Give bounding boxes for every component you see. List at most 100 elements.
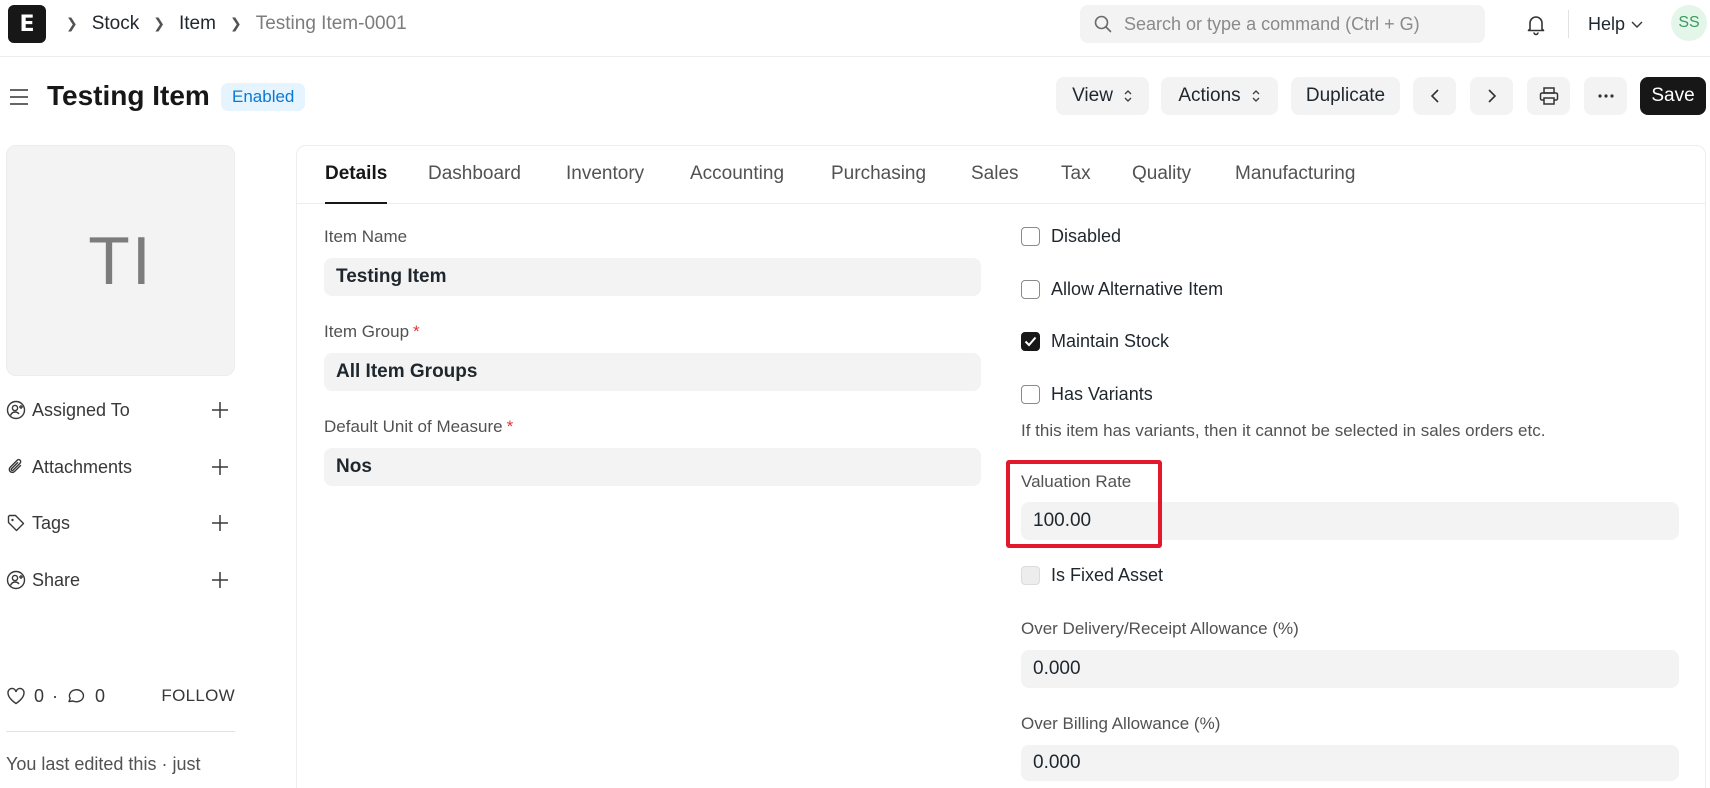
over-delivery-field[interactable]: 0.000 bbox=[1021, 650, 1679, 688]
uom-label-text: Default Unit of Measure bbox=[324, 417, 503, 436]
chevron-right-icon: ❯ bbox=[153, 16, 165, 32]
sidebar-item-share[interactable]: Share bbox=[6, 565, 231, 595]
up-down-chevron-icon bbox=[1252, 90, 1260, 102]
save-button[interactable]: Save bbox=[1640, 77, 1706, 115]
maintain-stock-row[interactable]: Maintain Stock bbox=[1021, 331, 1169, 352]
user-plus-icon bbox=[6, 400, 26, 420]
follow-button[interactable]: FOLLOW bbox=[161, 686, 235, 706]
view-button[interactable]: View bbox=[1056, 77, 1149, 115]
tab-dashboard[interactable]: Dashboard bbox=[428, 163, 521, 204]
sidebar-divider bbox=[6, 731, 235, 732]
sidebar-item-label: Assigned To bbox=[32, 399, 130, 420]
search-input[interactable] bbox=[1124, 13, 1464, 35]
tab-accounting[interactable]: Accounting bbox=[690, 163, 784, 204]
item-group-field[interactable]: All Item Groups bbox=[324, 353, 981, 391]
sidebar-item-assigned-to[interactable]: Assigned To bbox=[6, 395, 231, 425]
social-stats: 0 · 0 FOLLOW bbox=[6, 682, 235, 710]
required-asterisk: * bbox=[506, 417, 514, 436]
paperclip-icon bbox=[8, 458, 22, 474]
sidebar-item-label: Share bbox=[32, 569, 81, 590]
disabled-label: Disabled bbox=[1051, 226, 1122, 246]
allow-alternative-item-checkbox[interactable] bbox=[1021, 280, 1040, 299]
valuation-rate-label: Valuation Rate bbox=[1021, 472, 1132, 491]
search-bar[interactable] bbox=[1080, 5, 1485, 43]
tab-sales[interactable]: Sales bbox=[971, 163, 1019, 204]
has-variants-row[interactable]: Has Variants bbox=[1021, 384, 1153, 405]
up-down-chevron-icon bbox=[1124, 90, 1132, 102]
tab-quality[interactable]: Quality bbox=[1132, 163, 1191, 204]
is-fixed-asset-row: Is Fixed Asset bbox=[1021, 565, 1163, 586]
valuation-rate-field[interactable]: 100.00 bbox=[1021, 502, 1679, 540]
sidebar-item-tags[interactable]: Tags bbox=[6, 508, 231, 538]
page-title: Testing Item bbox=[47, 80, 210, 111]
tab-purchasing[interactable]: Purchasing bbox=[831, 163, 926, 204]
is-fixed-asset-checkbox bbox=[1021, 566, 1040, 585]
top-navbar: E ❯ Stock ❯ Item ❯ Testing Item-0001 Hel… bbox=[0, 0, 1710, 57]
is-fixed-asset-label: Is Fixed Asset bbox=[1051, 565, 1164, 585]
item-image-placeholder[interactable]: TI bbox=[6, 145, 235, 376]
chevron-right-icon bbox=[1487, 89, 1496, 103]
maintain-stock-checkbox[interactable] bbox=[1021, 332, 1040, 351]
tab-inventory[interactable]: Inventory bbox=[566, 163, 644, 204]
app-logo[interactable]: E bbox=[8, 5, 46, 43]
chevron-right-icon: ❯ bbox=[229, 16, 242, 32]
chevron-right-icon: ❯ bbox=[66, 16, 78, 32]
sidebar-item-label: Attachments bbox=[32, 456, 133, 477]
plus-icon[interactable] bbox=[209, 399, 231, 421]
required-asterisk: * bbox=[413, 322, 420, 341]
over-billing-label: Over Billing Allowance (%) bbox=[1021, 714, 1221, 733]
next-button[interactable] bbox=[1470, 77, 1513, 115]
user-avatar[interactable]: SS bbox=[1671, 5, 1707, 41]
maintain-stock-label: Maintain Stock bbox=[1051, 331, 1170, 351]
breadcrumb-item[interactable]: Item bbox=[179, 13, 216, 35]
form-tabs: Details Dashboard Inventory Accounting P… bbox=[297, 146, 1705, 204]
actions-button[interactable]: Actions bbox=[1161, 77, 1278, 115]
chevron-left-icon bbox=[1430, 89, 1439, 103]
over-billing-field[interactable]: 0.000 bbox=[1021, 745, 1679, 781]
heart-icon[interactable] bbox=[6, 687, 26, 705]
tag-icon bbox=[7, 514, 25, 532]
allow-alternative-item-row[interactable]: Allow Alternative Item bbox=[1021, 279, 1223, 300]
like-count: 0 bbox=[34, 685, 45, 706]
uom-label: Default Unit of Measure * bbox=[324, 417, 513, 437]
tab-details[interactable]: Details bbox=[325, 163, 388, 204]
sidebar-item-attachments[interactable]: Attachments bbox=[6, 452, 231, 482]
stats-separator: · bbox=[52, 685, 59, 706]
chevron-down-icon bbox=[1631, 21, 1643, 28]
has-variants-label: Has Variants bbox=[1051, 384, 1153, 404]
comment-count: 0 bbox=[95, 685, 106, 706]
comment-icon[interactable] bbox=[66, 687, 87, 705]
allow-alternative-item-label: Allow Alternative Item bbox=[1051, 279, 1224, 299]
view-button-label: View bbox=[1072, 85, 1113, 106]
item-name-field[interactable]: Testing Item bbox=[324, 258, 981, 296]
has-variants-help-text: If this item has variants, then it canno… bbox=[1021, 421, 1546, 440]
share-user-icon bbox=[6, 570, 26, 590]
tab-manufacturing[interactable]: Manufacturing bbox=[1235, 163, 1355, 204]
plus-icon[interactable] bbox=[209, 512, 231, 534]
ellipsis-icon bbox=[1597, 94, 1614, 98]
tab-tax[interactable]: Tax bbox=[1061, 163, 1091, 204]
checkmark-icon bbox=[1024, 336, 1037, 347]
duplicate-button[interactable]: Duplicate bbox=[1291, 77, 1400, 115]
nav-divider bbox=[1568, 10, 1569, 38]
status-badge: Enabled bbox=[221, 83, 306, 111]
plus-icon[interactable] bbox=[209, 569, 231, 591]
uom-field[interactable]: Nos bbox=[324, 448, 981, 486]
breadcrumb-current: Testing Item-0001 bbox=[255, 13, 407, 34]
hamburger-menu-icon[interactable] bbox=[9, 88, 29, 106]
help-dropdown[interactable]: Help bbox=[1588, 14, 1643, 35]
item-name-label: Item Name bbox=[324, 227, 408, 246]
bell-icon[interactable] bbox=[1524, 12, 1548, 36]
breadcrumb-stock[interactable]: Stock bbox=[92, 13, 140, 35]
sidebar-item-label: Tags bbox=[32, 512, 71, 533]
previous-button[interactable] bbox=[1413, 77, 1456, 115]
has-variants-checkbox[interactable] bbox=[1021, 385, 1040, 404]
print-button[interactable] bbox=[1527, 77, 1570, 115]
item-group-label: Item Group * bbox=[324, 322, 420, 342]
disabled-checkbox[interactable] bbox=[1021, 227, 1040, 246]
last-edited-text: You last edited this · just bbox=[6, 754, 201, 774]
disabled-checkbox-row[interactable]: Disabled bbox=[1021, 226, 1121, 247]
plus-icon[interactable] bbox=[209, 456, 231, 478]
more-options-button[interactable] bbox=[1584, 77, 1627, 115]
printer-icon bbox=[1539, 87, 1558, 105]
